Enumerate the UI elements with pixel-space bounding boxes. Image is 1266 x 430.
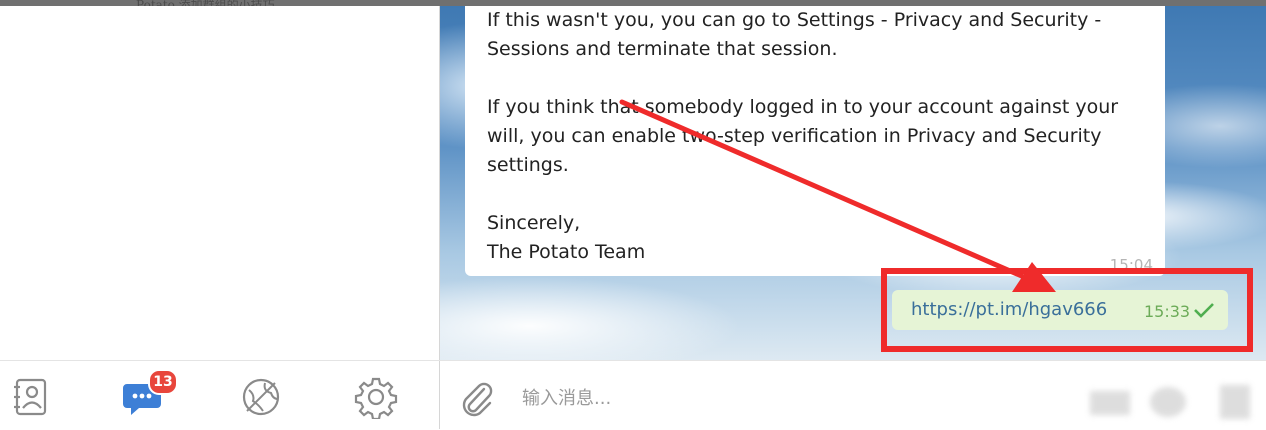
bottom-nav: 13 xyxy=(0,360,440,430)
composer xyxy=(440,360,1266,430)
emoji-button[interactable] xyxy=(1090,391,1130,415)
unread-badge: 13 xyxy=(148,369,178,395)
settings-button[interactable] xyxy=(354,375,398,419)
gear-icon xyxy=(354,377,398,419)
paperclip-icon xyxy=(462,382,493,417)
message-input[interactable] xyxy=(520,383,1024,413)
send-button[interactable] xyxy=(1220,385,1250,419)
annotation-arrow xyxy=(619,99,1056,292)
contacts-icon xyxy=(14,378,47,416)
attach-button[interactable] xyxy=(458,377,494,421)
contacts-button[interactable] xyxy=(9,375,53,419)
sticker-button[interactable] xyxy=(1150,387,1186,417)
explore-button[interactable] xyxy=(239,375,283,419)
chat-area: If this wasn't you, you can go to Settin… xyxy=(440,6,1266,360)
explore-icon xyxy=(242,378,280,416)
